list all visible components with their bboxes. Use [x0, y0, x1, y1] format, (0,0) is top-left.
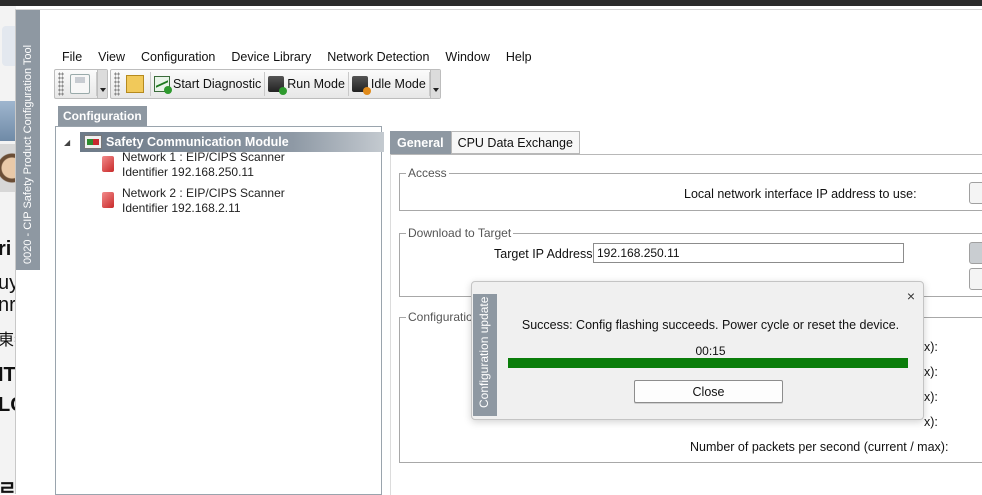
background-text: nr — [0, 294, 16, 316]
max-label-3: x): — [924, 390, 938, 404]
elapsed-time: 00:15 — [695, 344, 726, 358]
close-button[interactable]: Close — [634, 380, 783, 403]
device-tree-panel: ◢ Safety Communication Module Network 1 … — [55, 126, 384, 495]
local-ip-label: Local network interface IP address to us… — [684, 187, 917, 201]
diagnostic-icon — [154, 76, 172, 94]
menu-network-detection[interactable]: Network Detection — [319, 50, 437, 64]
dialog-title-bar: Configuration update — [473, 294, 497, 416]
network-scanner-icon — [102, 156, 114, 172]
max-label-4: x): — [924, 415, 938, 429]
tree-root-item[interactable]: ◢ Safety Communication Module — [64, 132, 384, 152]
local-ip-select[interactable] — [969, 182, 982, 204]
packets-per-second-label: Number of packets per second (current / … — [690, 440, 949, 454]
toolbar-grip[interactable] — [114, 72, 120, 96]
access-legend: Access — [406, 166, 449, 180]
run-mode-label: Run Mode — [287, 77, 345, 91]
target-ip-label: Target IP Address: — [494, 247, 596, 261]
idle-mode-label: Idle Mode — [370, 77, 426, 91]
menu-view[interactable]: View — [90, 50, 133, 64]
access-group: Access Local network interface IP addres… — [399, 166, 982, 211]
menu-help[interactable]: Help — [498, 50, 540, 64]
background-text: 東者 — [0, 332, 16, 349]
network-scanner-icon — [102, 192, 114, 208]
start-diagnostic-button[interactable]: Start Diagnostic — [151, 72, 266, 96]
menu-configuration[interactable]: Configuration — [133, 50, 223, 64]
background-text: ri — [0, 238, 12, 260]
secondary-button[interactable] — [969, 268, 982, 290]
save-icon — [70, 74, 90, 94]
max-label-1: x): — [924, 340, 938, 354]
window-title: 0020 - CIP Safety Product Configuration … — [22, 44, 34, 264]
background-tab — [2, 26, 16, 66]
tree-root-selected[interactable]: Safety Communication Module — [80, 132, 384, 152]
tree-item-title: Network 1 : EIP/CIPS Scanner — [122, 150, 285, 164]
report-button[interactable] — [123, 72, 151, 96]
toolbar-group-diagnostic: Start Diagnostic Run Mode Idle Mode — [110, 69, 441, 99]
idle-mode-icon — [351, 76, 371, 95]
tree-item-identifier: Identifier 192.168.250.11 — [122, 165, 254, 179]
run-mode-button[interactable]: Run Mode — [265, 72, 349, 96]
background-text: LC — [0, 394, 16, 416]
download-button[interactable] — [969, 242, 982, 264]
save-button[interactable] — [67, 72, 97, 96]
max-label-2: x): — [924, 365, 938, 379]
progress-bar — [508, 358, 908, 368]
toolbar: Start Diagnostic Run Mode Idle Mode — [54, 69, 443, 99]
dialog-message: Success: Config flashing succeeds. Power… — [521, 318, 900, 332]
tree-item-identifier: Identifier 192.168.2.11 — [122, 201, 241, 215]
background-text: ㄹ — [0, 478, 16, 494]
os-top-bar — [0, 0, 982, 6]
download-legend: Download to Target — [406, 226, 514, 240]
properties-tabs: General CPU Data Exchange — [390, 131, 580, 154]
toolbar-overflow-button[interactable] — [97, 70, 107, 98]
tab-cpu-data-exchange[interactable]: CPU Data Exchange — [450, 131, 580, 154]
tree-item-network-2[interactable]: Network 2 : EIP/CIPS Scanner Identifier … — [102, 186, 285, 216]
tree-item-title: Network 2 : EIP/CIPS Scanner — [122, 186, 285, 200]
menu-bar: File View Configuration Device Library N… — [54, 46, 540, 68]
toolbar-overflow-button[interactable] — [429, 70, 440, 98]
tree-root-label: Safety Communication Module — [106, 135, 289, 149]
configuration-update-dialog: Configuration update × Success: Config f… — [471, 281, 924, 420]
background-avatar — [0, 144, 16, 192]
tab-general[interactable]: General — [390, 131, 451, 154]
tree-item-network-1[interactable]: Network 1 : EIP/CIPS Scanner Identifier … — [102, 150, 285, 180]
menu-window[interactable]: Window — [437, 50, 497, 64]
toolbar-group-file — [54, 69, 108, 99]
background-text: IT — [0, 364, 16, 386]
menu-file[interactable]: File — [54, 50, 90, 64]
background-window: ri uy nr 東者 IT LC ㄹ — [0, 6, 16, 494]
report-icon — [126, 75, 144, 93]
window-title-bar: 0020 - CIP Safety Product Configuration … — [16, 10, 40, 270]
close-icon[interactable]: × — [907, 288, 915, 304]
toolbar-grip[interactable] — [58, 72, 64, 96]
menu-device-library[interactable]: Device Library — [223, 50, 319, 64]
idle-mode-button[interactable]: Idle Mode — [349, 72, 430, 96]
background-image — [0, 101, 16, 141]
collapse-triangle-icon[interactable]: ◢ — [64, 138, 74, 147]
dialog-title: Configuration update — [477, 296, 491, 408]
configuration-legend: Configuratio — [406, 310, 475, 324]
app-window: 0020 - CIP Safety Product Configuration … — [15, 9, 982, 495]
module-icon — [84, 135, 102, 149]
configuration-section-tab[interactable]: Configuration — [58, 106, 147, 126]
progress-fill — [508, 358, 908, 368]
run-mode-icon — [268, 76, 288, 95]
target-ip-field[interactable]: 192.168.250.11 — [593, 243, 904, 263]
start-diagnostic-label: Start Diagnostic — [173, 77, 262, 91]
background-text: uy — [0, 272, 16, 294]
